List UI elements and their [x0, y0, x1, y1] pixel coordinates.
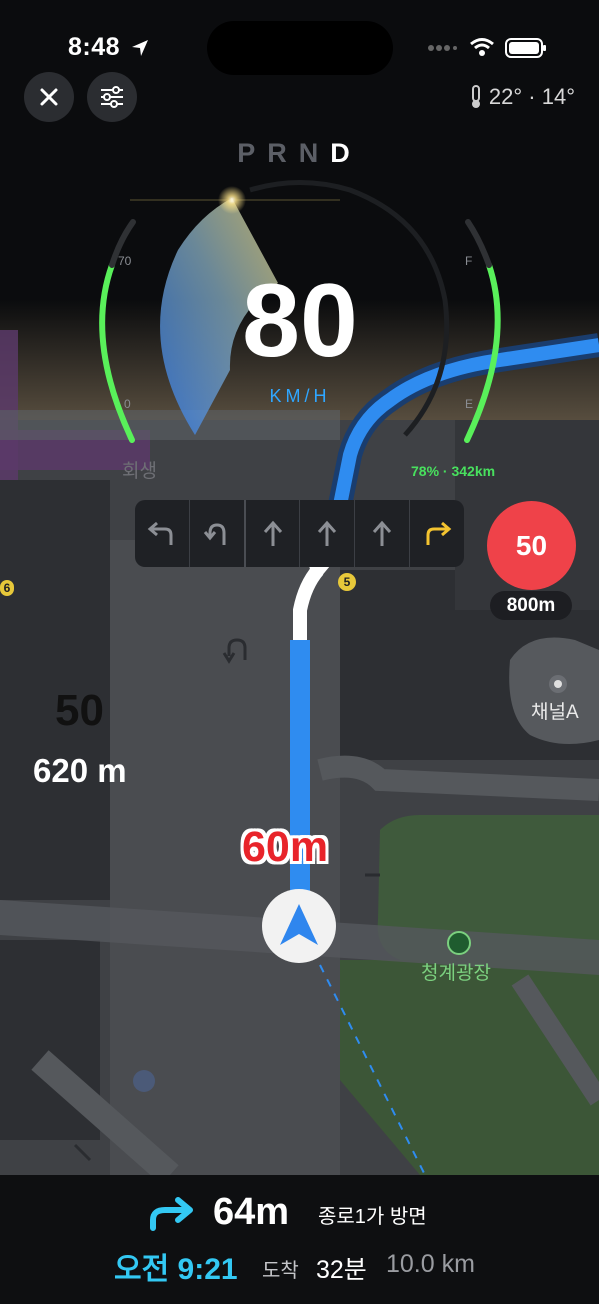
signal-icon [428, 45, 457, 51]
gauge-label-e: E [465, 397, 474, 411]
gauge-label-0: 0 [124, 397, 131, 411]
lane-3 [246, 500, 301, 567]
battery-icon [505, 38, 546, 58]
lane-4 [300, 500, 356, 567]
lane-guidance [135, 500, 464, 567]
turn-right-arrow-icon [426, 521, 452, 545]
map-label-channel-a[interactable]: 채널A [531, 697, 579, 724]
lane-6 [410, 500, 464, 567]
bottom-info-bar[interactable] [0, 1175, 599, 1304]
speed-limit-sign: 50 [487, 501, 576, 590]
fuel-range: 78% · 342km [411, 463, 496, 479]
dynamic-island [207, 21, 393, 75]
u-turn-arrow-icon [203, 522, 226, 545]
gear-r: R [267, 138, 299, 168]
turn-left-arrow-icon [147, 521, 173, 545]
map-label-plaza[interactable]: 청계광장 [421, 958, 491, 985]
remaining-distance: 10.0 km [386, 1250, 475, 1278]
straight-arrow-icon [318, 520, 337, 546]
next-speed-distance: 620 m [33, 752, 127, 789]
location-arrow-icon [132, 40, 148, 56]
status-time: 8:48 [68, 33, 121, 61]
settings-button[interactable] [87, 72, 137, 122]
close-icon [40, 88, 58, 106]
turn-distance-label: 60m [242, 823, 329, 871]
straight-arrow-icon [373, 520, 392, 546]
gear-indicator: PRND [0, 138, 599, 169]
gauge-label-f: F [465, 254, 473, 268]
sliders-icon [101, 86, 123, 108]
gauge-label-70: 70 [118, 254, 132, 268]
next-road-name: 종로1가 방면 [318, 1206, 427, 1228]
lane-5 [355, 500, 411, 567]
map-label-area: 회생 [122, 461, 157, 482]
next-turn-distance: 64m [213, 1191, 290, 1233]
weather-indicator: 22° · 14° [469, 84, 575, 110]
gear-n: N [298, 138, 331, 168]
lane-1 [135, 500, 190, 567]
eta-time: 오전 9:21 [114, 1253, 238, 1286]
gear-p: P [237, 138, 268, 168]
next-speed-limit: 50 [55, 686, 104, 735]
straight-arrow-icon [263, 520, 282, 546]
thermometer-icon [471, 85, 480, 108]
close-button[interactable] [24, 72, 74, 122]
route-badge-5: 5 [338, 573, 356, 591]
wifi-icon [470, 38, 494, 56]
current-speed: 80 [242, 263, 358, 379]
arrival-label: 도착 [262, 1260, 299, 1282]
gear-d: D [330, 138, 362, 168]
map-canvas[interactable] [0, 0, 599, 1304]
lane-2 [190, 500, 246, 567]
remaining-time: 32분 [316, 1256, 367, 1284]
temperature-text: 22° · 14° [488, 84, 575, 109]
route-badge-6: 6 [0, 580, 14, 596]
speed-limit-distance: 800m [490, 591, 572, 620]
turn-right-icon [150, 1197, 193, 1231]
navigation-screen: { "status_bar": {"time": "8:48"}, "weath… [0, 0, 599, 1304]
speed-unit: KM/H [269, 386, 331, 406]
